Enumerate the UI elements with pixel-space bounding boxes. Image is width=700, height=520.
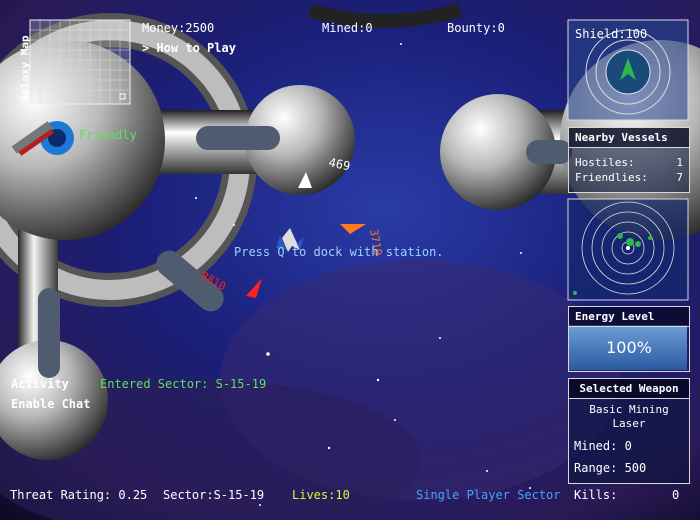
bounty-readout: Bounty:0 — [447, 21, 505, 35]
friendlies-label: Friendlies: — [575, 171, 648, 184]
mined-readout: Mined:0 — [322, 21, 373, 35]
selected-weapon-panel[interactable]: Selected Weapon Basic Mining Laser Mined… — [568, 378, 690, 484]
hostiles-count: 1 — [676, 156, 683, 169]
weapon-range: Range: 500 — [574, 461, 647, 475]
lives-text: Lives:10 — [292, 488, 350, 502]
lives-readout: Lives:10 — [292, 488, 350, 502]
money-readout: Money:2500 — [142, 21, 215, 35]
kills-label: Kills: — [574, 488, 618, 502]
galaxy-map-label[interactable]: Galaxy Map — [19, 35, 32, 101]
friendly-label: Friendly — [79, 128, 137, 142]
energy-value: 100% — [606, 338, 652, 357]
how-to-play-link[interactable]: > How to Play — [142, 41, 236, 55]
selected-weapon-title: Selected Weapon — [569, 379, 689, 399]
dock-message: Press Q to dock with station. — [234, 245, 444, 259]
activity-entry: Entered Sector: S-15-19 — [100, 377, 267, 391]
hostiles-label: Hostiles: — [575, 156, 635, 169]
energy-title: Energy Level — [569, 307, 689, 327]
activity-button[interactable]: Activity — [11, 377, 69, 391]
friendlies-row: Friendlies: 7 — [569, 170, 689, 185]
shield-label: Shield:100 — [575, 27, 648, 41]
energy-panel: Energy Level 100% — [568, 306, 690, 372]
weapon-mined: Mined: 0 — [574, 439, 632, 453]
sector-readout: Sector:S-15-19 — [163, 488, 265, 502]
threat-rating: Threat Rating: 0.25 — [10, 488, 148, 502]
scanner-radar — [567, 198, 689, 301]
galaxy-map-grid[interactable] — [29, 19, 131, 105]
weapon-name: Basic Mining Laser — [589, 403, 669, 430]
enable-chat-button[interactable]: Enable Chat — [11, 397, 90, 411]
kills-count: 0 — [672, 488, 680, 502]
nearby-vessels-panel: Nearby Vessels Hostiles: 1 Friendlies: 7 — [568, 127, 690, 193]
hostiles-row: Hostiles: 1 — [569, 155, 689, 170]
friendlies-count: 7 — [676, 171, 683, 184]
game-mode-label: Single Player Sector — [416, 488, 561, 502]
nearby-vessels-title: Nearby Vessels — [569, 128, 689, 148]
